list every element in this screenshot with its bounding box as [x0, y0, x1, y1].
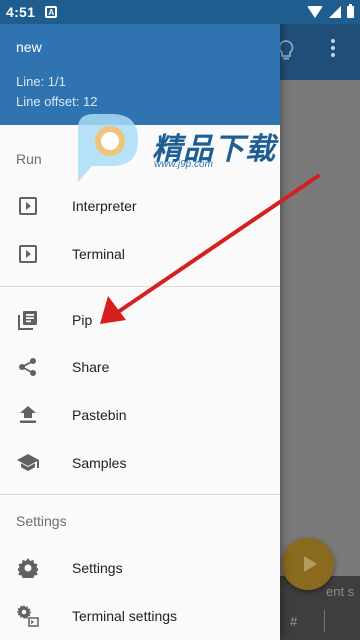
- notification-icon: A: [45, 6, 58, 18]
- section-label-settings: Settings: [16, 513, 67, 529]
- play-box-icon: [17, 195, 39, 217]
- run-fab-button[interactable]: [282, 538, 334, 590]
- hash-key[interactable]: #: [290, 614, 297, 629]
- line-offset-info: Line offset: 12: [16, 94, 98, 109]
- terminal-settings-icon: [17, 605, 39, 627]
- divider: [0, 286, 280, 287]
- divider: [0, 494, 280, 495]
- status-bar: 4:51 A: [0, 0, 360, 24]
- menu-item-terminal[interactable]: Terminal: [0, 230, 280, 278]
- upload-icon: [17, 404, 39, 426]
- symbol-bar-text: ent s: [326, 584, 355, 599]
- symbol-separator: [324, 610, 325, 632]
- menu-item-label: Pastebin: [72, 407, 127, 423]
- menu-item-terminal-settings[interactable]: Terminal settings: [0, 592, 280, 640]
- school-icon: [17, 452, 39, 474]
- menu-item-label: Settings: [72, 560, 123, 576]
- navigation-drawer: new Line: 1/1 Line offset: 12 Run Interp…: [0, 0, 280, 640]
- menu-item-settings[interactable]: Settings: [0, 544, 280, 592]
- menu-item-label: Samples: [72, 455, 127, 471]
- wifi-icon: [307, 6, 323, 18]
- menu-item-pastebin[interactable]: Pastebin: [0, 391, 280, 439]
- library-books-icon: [17, 309, 39, 331]
- menu-item-samples[interactable]: Samples: [0, 439, 280, 487]
- menu-item-interpreter[interactable]: Interpreter: [0, 182, 280, 230]
- menu-item-label: Terminal settings: [72, 608, 178, 624]
- menu-item-label: Share: [72, 359, 110, 375]
- menu-item-pip[interactable]: Pip: [0, 296, 280, 344]
- lightbulb-icon[interactable]: [278, 40, 296, 62]
- menu-item-label: Pip: [72, 312, 93, 328]
- signal-icon: [329, 6, 341, 18]
- menu-item-label: Interpreter: [72, 198, 137, 214]
- watermark-url: www.j9p.com: [154, 159, 213, 170]
- line-info: Line: 1/1: [16, 74, 66, 89]
- share-icon: [17, 356, 39, 378]
- battery-icon: [347, 4, 354, 18]
- play-box-icon: [17, 243, 39, 265]
- status-icons: [307, 4, 354, 18]
- status-time: 4:51: [6, 4, 36, 20]
- file-name: new: [16, 39, 42, 55]
- menu-item-share[interactable]: Share: [0, 343, 280, 391]
- play-icon: [303, 556, 317, 572]
- more-options-icon[interactable]: [330, 38, 336, 58]
- menu-item-label: Terminal: [72, 246, 125, 262]
- section-label-run: Run: [16, 151, 42, 167]
- gear-icon: [17, 557, 39, 579]
